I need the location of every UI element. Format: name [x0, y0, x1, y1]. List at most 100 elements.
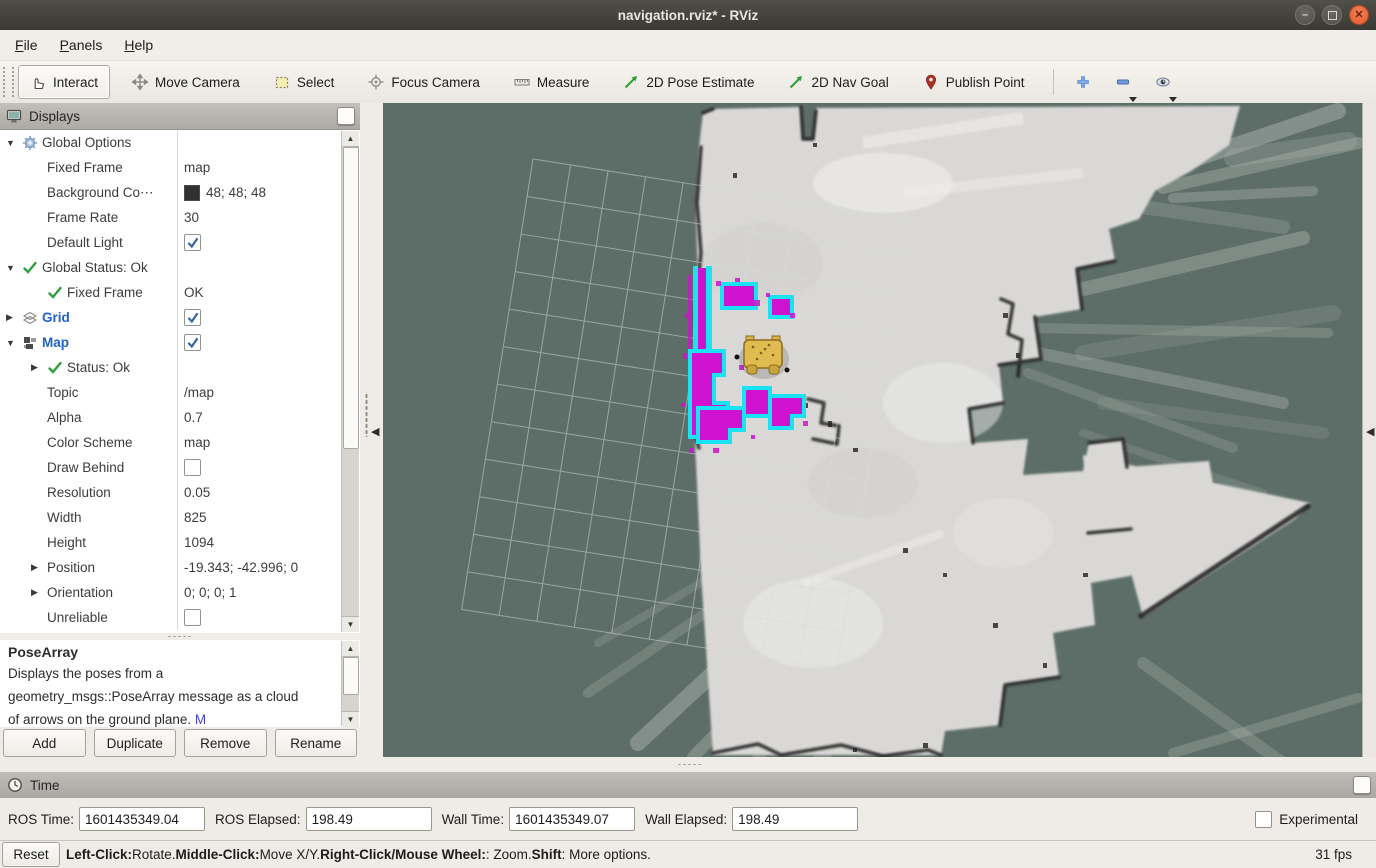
- minimize-button[interactable]: –: [1295, 5, 1315, 25]
- checkbox[interactable]: [184, 234, 201, 251]
- expander-open-icon[interactable]: ▼: [6, 138, 22, 148]
- menu-panels[interactable]: Panels: [49, 33, 114, 57]
- remove-tool-button[interactable]: [1108, 66, 1138, 98]
- tree-row-fixed-frame[interactable]: Fixed FrameOK: [0, 280, 360, 305]
- expander-closed-icon[interactable]: ▶: [6, 312, 22, 323]
- scrollbar-thumb[interactable]: [343, 657, 359, 695]
- tree-description-splitter[interactable]: [0, 633, 360, 640]
- tree-row-grid[interactable]: ▶Grid: [0, 305, 360, 330]
- add-button[interactable]: Add: [3, 729, 86, 757]
- displays-panel-header: Displays: [0, 103, 360, 130]
- displays-tree-scrollbar[interactable]: ▲ ▼: [341, 131, 359, 632]
- expander-closed-icon[interactable]: ▶: [31, 562, 47, 573]
- maximize-button[interactable]: [1322, 5, 1342, 25]
- window-title: navigation.rviz* - RViz: [618, 8, 759, 23]
- tree-label: Fixed Frame: [47, 160, 123, 175]
- tree-value[interactable]: OK: [178, 280, 360, 305]
- 3d-viewport[interactable]: [383, 103, 1362, 757]
- tree-value[interactable]: map: [178, 155, 360, 180]
- tree-value[interactable]: 1094: [178, 530, 360, 555]
- ros-elapsed-input[interactable]: [306, 807, 432, 831]
- menu-file[interactable]: File: [4, 33, 49, 57]
- tool-publish-point[interactable]: Publish Point: [911, 65, 1037, 99]
- tree-row-height[interactable]: Height 1094: [0, 530, 360, 555]
- tree-row-global-status-ok[interactable]: ▼Global Status: Ok: [0, 255, 360, 280]
- scroll-down-icon[interactable]: ▼: [342, 616, 359, 632]
- tree-row-status-ok[interactable]: ▶Status: Ok: [0, 355, 360, 380]
- time-field-ros-time: ROS Time:: [8, 807, 205, 831]
- duplicate-button[interactable]: Duplicate: [94, 729, 177, 757]
- tree-value[interactable]: 0; 0; 0; 1: [178, 580, 360, 605]
- toolbar-drag-handle[interactable]: [3, 67, 14, 97]
- tree-value[interactable]: 30: [178, 205, 360, 230]
- more-information-link[interactable]: M: [195, 712, 206, 727]
- tree-value[interactable]: 0.05: [178, 480, 360, 505]
- tool-2d-nav-goal[interactable]: 2D Nav Goal: [776, 65, 900, 99]
- tree-row-frame-rate[interactable]: Frame Rate30: [0, 205, 360, 230]
- expander-closed-icon[interactable]: ▶: [31, 362, 47, 373]
- scrollbar-thumb[interactable]: [343, 147, 359, 449]
- tree-label: Height: [47, 535, 86, 550]
- close-button[interactable]: ✕: [1349, 5, 1369, 25]
- dropdown-caret-icon[interactable]: [1168, 90, 1178, 97]
- tree-value[interactable]: map: [178, 430, 360, 455]
- time-field-wall-time: Wall Time:: [442, 807, 636, 831]
- tool-properties-button[interactable]: [1148, 66, 1178, 98]
- menu-help[interactable]: Help: [113, 33, 164, 57]
- tree-row-color-scheme[interactable]: Color Schememap: [0, 430, 360, 455]
- expander-closed-icon[interactable]: ▶: [31, 587, 47, 598]
- expander-open-icon[interactable]: ▼: [6, 263, 22, 273]
- viewport-time-splitter[interactable]: [0, 757, 1376, 772]
- checkbox[interactable]: [184, 334, 201, 351]
- tree-row-global-options[interactable]: ▼Global Options: [0, 130, 360, 155]
- add-tool-button[interactable]: [1068, 66, 1098, 98]
- tree-row-position[interactable]: ▶Position-19.343; -42.996; 0: [0, 555, 360, 580]
- tree-row-alpha[interactable]: Alpha0.7: [0, 405, 360, 430]
- tool-move-camera[interactable]: Move Camera: [120, 65, 252, 99]
- description-scrollbar[interactable]: ▲ ▼: [341, 641, 359, 726]
- color-swatch[interactable]: [184, 185, 200, 201]
- checkbox[interactable]: [184, 459, 201, 476]
- tool-focus-camera[interactable]: Focus Camera: [356, 65, 492, 99]
- tree-row-unreliable[interactable]: Unreliable: [0, 605, 360, 630]
- time-float-button[interactable]: [1353, 776, 1371, 794]
- tree-value[interactable]: 0.7: [178, 405, 360, 430]
- reset-button[interactable]: Reset: [2, 842, 60, 867]
- experimental-checkbox[interactable]: [1255, 811, 1272, 828]
- ros-time-input[interactable]: [79, 807, 205, 831]
- tree-row-width[interactable]: Width825: [0, 505, 360, 530]
- wall-elapsed-input[interactable]: [732, 807, 858, 831]
- tool-interact[interactable]: Interact: [18, 65, 110, 99]
- scroll-up-icon[interactable]: ▲: [342, 641, 359, 657]
- tree-row-fixed-frame[interactable]: Fixed Frame map: [0, 155, 360, 180]
- tree-row-resolution[interactable]: Resolution0.05: [0, 480, 360, 505]
- tree-row-background-co[interactable]: Background Co⋯48; 48; 48: [0, 180, 360, 205]
- collapse-left-arrow-icon[interactable]: ◀: [371, 425, 379, 438]
- checkbox[interactable]: [184, 309, 201, 326]
- wall-time-input[interactable]: [509, 807, 635, 831]
- color-value: 48; 48; 48: [206, 185, 266, 200]
- tool-select[interactable]: Select: [262, 65, 347, 99]
- dropdown-caret-icon[interactable]: [1128, 90, 1138, 97]
- scroll-up-icon[interactable]: ▲: [342, 131, 359, 147]
- collapse-right-arrow-icon[interactable]: ◀: [1366, 425, 1374, 438]
- tool-2d-pose-estimate[interactable]: 2D Pose Estimate: [611, 65, 766, 99]
- tree-row-topic[interactable]: Topic/map: [0, 380, 360, 405]
- tool-measure[interactable]: Measure: [502, 65, 602, 99]
- rename-button[interactable]: Rename: [275, 729, 358, 757]
- expander-open-icon[interactable]: ▼: [6, 338, 22, 348]
- tree-row-default-light[interactable]: Default Light: [0, 230, 360, 255]
- scroll-down-icon[interactable]: ▼: [342, 711, 359, 727]
- tree-value[interactable]: 825: [178, 505, 360, 530]
- tree-value[interactable]: /map: [178, 380, 360, 405]
- checkbox[interactable]: [184, 609, 201, 626]
- tree-row-draw-behind[interactable]: Draw Behind: [0, 455, 360, 480]
- tree-row-map[interactable]: ▼Map: [0, 330, 360, 355]
- viewport-right-splitter[interactable]: ◀: [1362, 103, 1376, 757]
- tree-row-orientation[interactable]: ▶Orientation0; 0; 0; 1: [0, 580, 360, 605]
- displays-viewport-splitter[interactable]: ◀: [360, 103, 383, 757]
- displays-float-button[interactable]: [337, 107, 355, 125]
- remove-button[interactable]: Remove: [184, 729, 267, 757]
- tree-value[interactable]: -19.343; -42.996; 0: [178, 555, 360, 580]
- tool-label: Select: [297, 75, 335, 90]
